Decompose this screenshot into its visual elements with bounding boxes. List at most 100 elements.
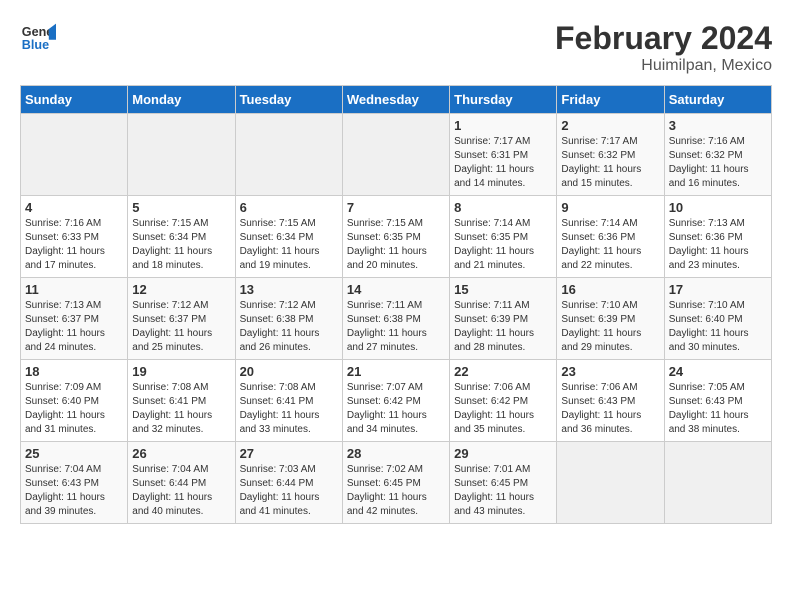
day-number: 27 [240,446,338,461]
day-info: Sunrise: 7:04 AM Sunset: 6:44 PM Dayligh… [132,463,230,519]
day-info: Sunrise: 7:11 AM Sunset: 6:38 PM Dayligh… [347,299,445,355]
calendar-cell: 24 Sunrise: 7:05 AM Sunset: 6:43 PM Dayli… [664,360,771,442]
day-number: 4 [25,200,123,215]
day-info: Sunrise: 7:03 AM Sunset: 6:44 PM Dayligh… [240,463,338,519]
day-info: Sunrise: 7:14 AM Sunset: 6:36 PM Dayligh… [561,217,659,273]
day-number: 2 [561,118,659,133]
day-info: Sunrise: 7:10 AM Sunset: 6:40 PM Dayligh… [669,299,767,355]
day-number: 9 [561,200,659,215]
day-number: 12 [132,282,230,297]
day-info: Sunrise: 7:05 AM Sunset: 6:43 PM Dayligh… [669,381,767,437]
calendar-cell: 27 Sunrise: 7:03 AM Sunset: 6:44 PM Dayli… [235,442,342,524]
day-info: Sunrise: 7:12 AM Sunset: 6:38 PM Dayligh… [240,299,338,355]
calendar-cell [21,114,128,196]
day-number: 19 [132,364,230,379]
calendar-header: SundayMondayTuesdayWednesdayThursdayFrid… [21,86,772,114]
day-number: 14 [347,282,445,297]
calendar-cell: 25 Sunrise: 7:04 AM Sunset: 6:43 PM Dayli… [21,442,128,524]
calendar-cell: 8Sunrise: 7:14 AM Sunset: 6:35 PM Daylig… [450,196,557,278]
day-number: 20 [240,364,338,379]
calendar-cell: 3 Sunrise: 7:16 AM Sunset: 6:32 PM Daylig… [664,114,771,196]
header: General Blue February 2024 Huimilpan, Me… [20,20,772,75]
calendar-cell: 14 Sunrise: 7:11 AM Sunset: 6:38 PM Dayli… [342,278,449,360]
calendar-day-header: Thursday [450,86,557,114]
calendar-day-header: Tuesday [235,86,342,114]
day-info: Sunrise: 7:16 AM Sunset: 6:32 PM Dayligh… [669,135,767,191]
calendar-week-row: 4 Sunrise: 7:16 AM Sunset: 6:33 PM Daylig… [21,196,772,278]
day-number: 1 [454,118,552,133]
day-number: 25 [25,446,123,461]
calendar-day-header: Wednesday [342,86,449,114]
main-title: February 2024 [555,20,772,57]
calendar-cell [557,442,664,524]
day-info: Sunrise: 7:06 AM Sunset: 6:43 PM Dayligh… [561,381,659,437]
calendar-cell: 6Sunrise: 7:15 AM Sunset: 6:34 PM Daylig… [235,196,342,278]
day-info: Sunrise: 7:13 AM Sunset: 6:37 PM Dayligh… [25,299,123,355]
calendar-cell: 1 Sunrise: 7:17 AM Sunset: 6:31 PM Daylig… [450,114,557,196]
day-info: Sunrise: 7:04 AM Sunset: 6:43 PM Dayligh… [25,463,123,519]
calendar-week-row: 1 Sunrise: 7:17 AM Sunset: 6:31 PM Daylig… [21,114,772,196]
calendar-cell [342,114,449,196]
day-info: Sunrise: 7:17 AM Sunset: 6:31 PM Dayligh… [454,135,552,191]
day-info: Sunrise: 7:13 AM Sunset: 6:36 PM Dayligh… [669,217,767,273]
day-number: 23 [561,364,659,379]
calendar-cell: 15 Sunrise: 7:11 AM Sunset: 6:39 PM Dayli… [450,278,557,360]
calendar-cell: 11 Sunrise: 7:13 AM Sunset: 6:37 PM Dayli… [21,278,128,360]
day-info: Sunrise: 7:09 AM Sunset: 6:40 PM Dayligh… [25,381,123,437]
calendar-cell [664,442,771,524]
day-info: Sunrise: 7:14 AM Sunset: 6:35 PM Dayligh… [454,217,552,273]
day-number: 3 [669,118,767,133]
calendar-cell: 18 Sunrise: 7:09 AM Sunset: 6:40 PM Dayli… [21,360,128,442]
day-info: Sunrise: 7:16 AM Sunset: 6:33 PM Dayligh… [25,217,123,273]
day-info: Sunrise: 7:15 AM Sunset: 6:34 PM Dayligh… [132,217,230,273]
day-number: 29 [454,446,552,461]
calendar-day-header: Friday [557,86,664,114]
calendar-cell: 13 Sunrise: 7:12 AM Sunset: 6:38 PM Dayli… [235,278,342,360]
day-number: 28 [347,446,445,461]
logo: General Blue [20,20,56,56]
day-number: 11 [25,282,123,297]
day-number: 22 [454,364,552,379]
day-info: Sunrise: 7:07 AM Sunset: 6:42 PM Dayligh… [347,381,445,437]
day-number: 13 [240,282,338,297]
day-number: 16 [561,282,659,297]
day-info: Sunrise: 7:12 AM Sunset: 6:37 PM Dayligh… [132,299,230,355]
calendar-cell: 22 Sunrise: 7:06 AM Sunset: 6:42 PM Dayli… [450,360,557,442]
day-info: Sunrise: 7:08 AM Sunset: 6:41 PM Dayligh… [240,381,338,437]
day-number: 17 [669,282,767,297]
calendar-cell: 26 Sunrise: 7:04 AM Sunset: 6:44 PM Dayli… [128,442,235,524]
calendar-cell: 7 Sunrise: 7:15 AM Sunset: 6:35 PM Daylig… [342,196,449,278]
calendar-cell: 5Sunrise: 7:15 AM Sunset: 6:34 PM Daylig… [128,196,235,278]
calendar-cell: 17 Sunrise: 7:10 AM Sunset: 6:40 PM Dayli… [664,278,771,360]
day-number: 26 [132,446,230,461]
calendar-day-header: Sunday [21,86,128,114]
day-info: Sunrise: 7:11 AM Sunset: 6:39 PM Dayligh… [454,299,552,355]
title-area: February 2024 Huimilpan, Mexico [555,20,772,75]
day-number: 15 [454,282,552,297]
day-number: 24 [669,364,767,379]
day-info: Sunrise: 7:06 AM Sunset: 6:42 PM Dayligh… [454,381,552,437]
calendar-cell: 29Sunrise: 7:01 AM Sunset: 6:45 PM Dayli… [450,442,557,524]
day-info: Sunrise: 7:02 AM Sunset: 6:45 PM Dayligh… [347,463,445,519]
day-info: Sunrise: 7:15 AM Sunset: 6:34 PM Dayligh… [240,217,338,273]
calendar-cell [128,114,235,196]
logo-icon: General Blue [20,20,56,56]
calendar-week-row: 11 Sunrise: 7:13 AM Sunset: 6:37 PM Dayli… [21,278,772,360]
calendar-cell: 23 Sunrise: 7:06 AM Sunset: 6:43 PM Dayli… [557,360,664,442]
day-number: 10 [669,200,767,215]
calendar-cell: 21Sunrise: 7:07 AM Sunset: 6:42 PM Dayli… [342,360,449,442]
calendar-cell: 2Sunrise: 7:17 AM Sunset: 6:32 PM Daylig… [557,114,664,196]
day-number: 18 [25,364,123,379]
calendar-cell: 19Sunrise: 7:08 AM Sunset: 6:41 PM Dayli… [128,360,235,442]
day-number: 7 [347,200,445,215]
day-info: Sunrise: 7:15 AM Sunset: 6:35 PM Dayligh… [347,217,445,273]
calendar-cell: 4 Sunrise: 7:16 AM Sunset: 6:33 PM Daylig… [21,196,128,278]
calendar-week-row: 18 Sunrise: 7:09 AM Sunset: 6:40 PM Dayli… [21,360,772,442]
calendar-cell [235,114,342,196]
calendar-cell: 20 Sunrise: 7:08 AM Sunset: 6:41 PM Dayli… [235,360,342,442]
calendar-body: 1 Sunrise: 7:17 AM Sunset: 6:31 PM Daylig… [21,114,772,524]
svg-text:Blue: Blue [22,38,49,52]
day-info: Sunrise: 7:10 AM Sunset: 6:39 PM Dayligh… [561,299,659,355]
calendar-cell: 9 Sunrise: 7:14 AM Sunset: 6:36 PM Daylig… [557,196,664,278]
calendar: SundayMondayTuesdayWednesdayThursdayFrid… [20,85,772,524]
